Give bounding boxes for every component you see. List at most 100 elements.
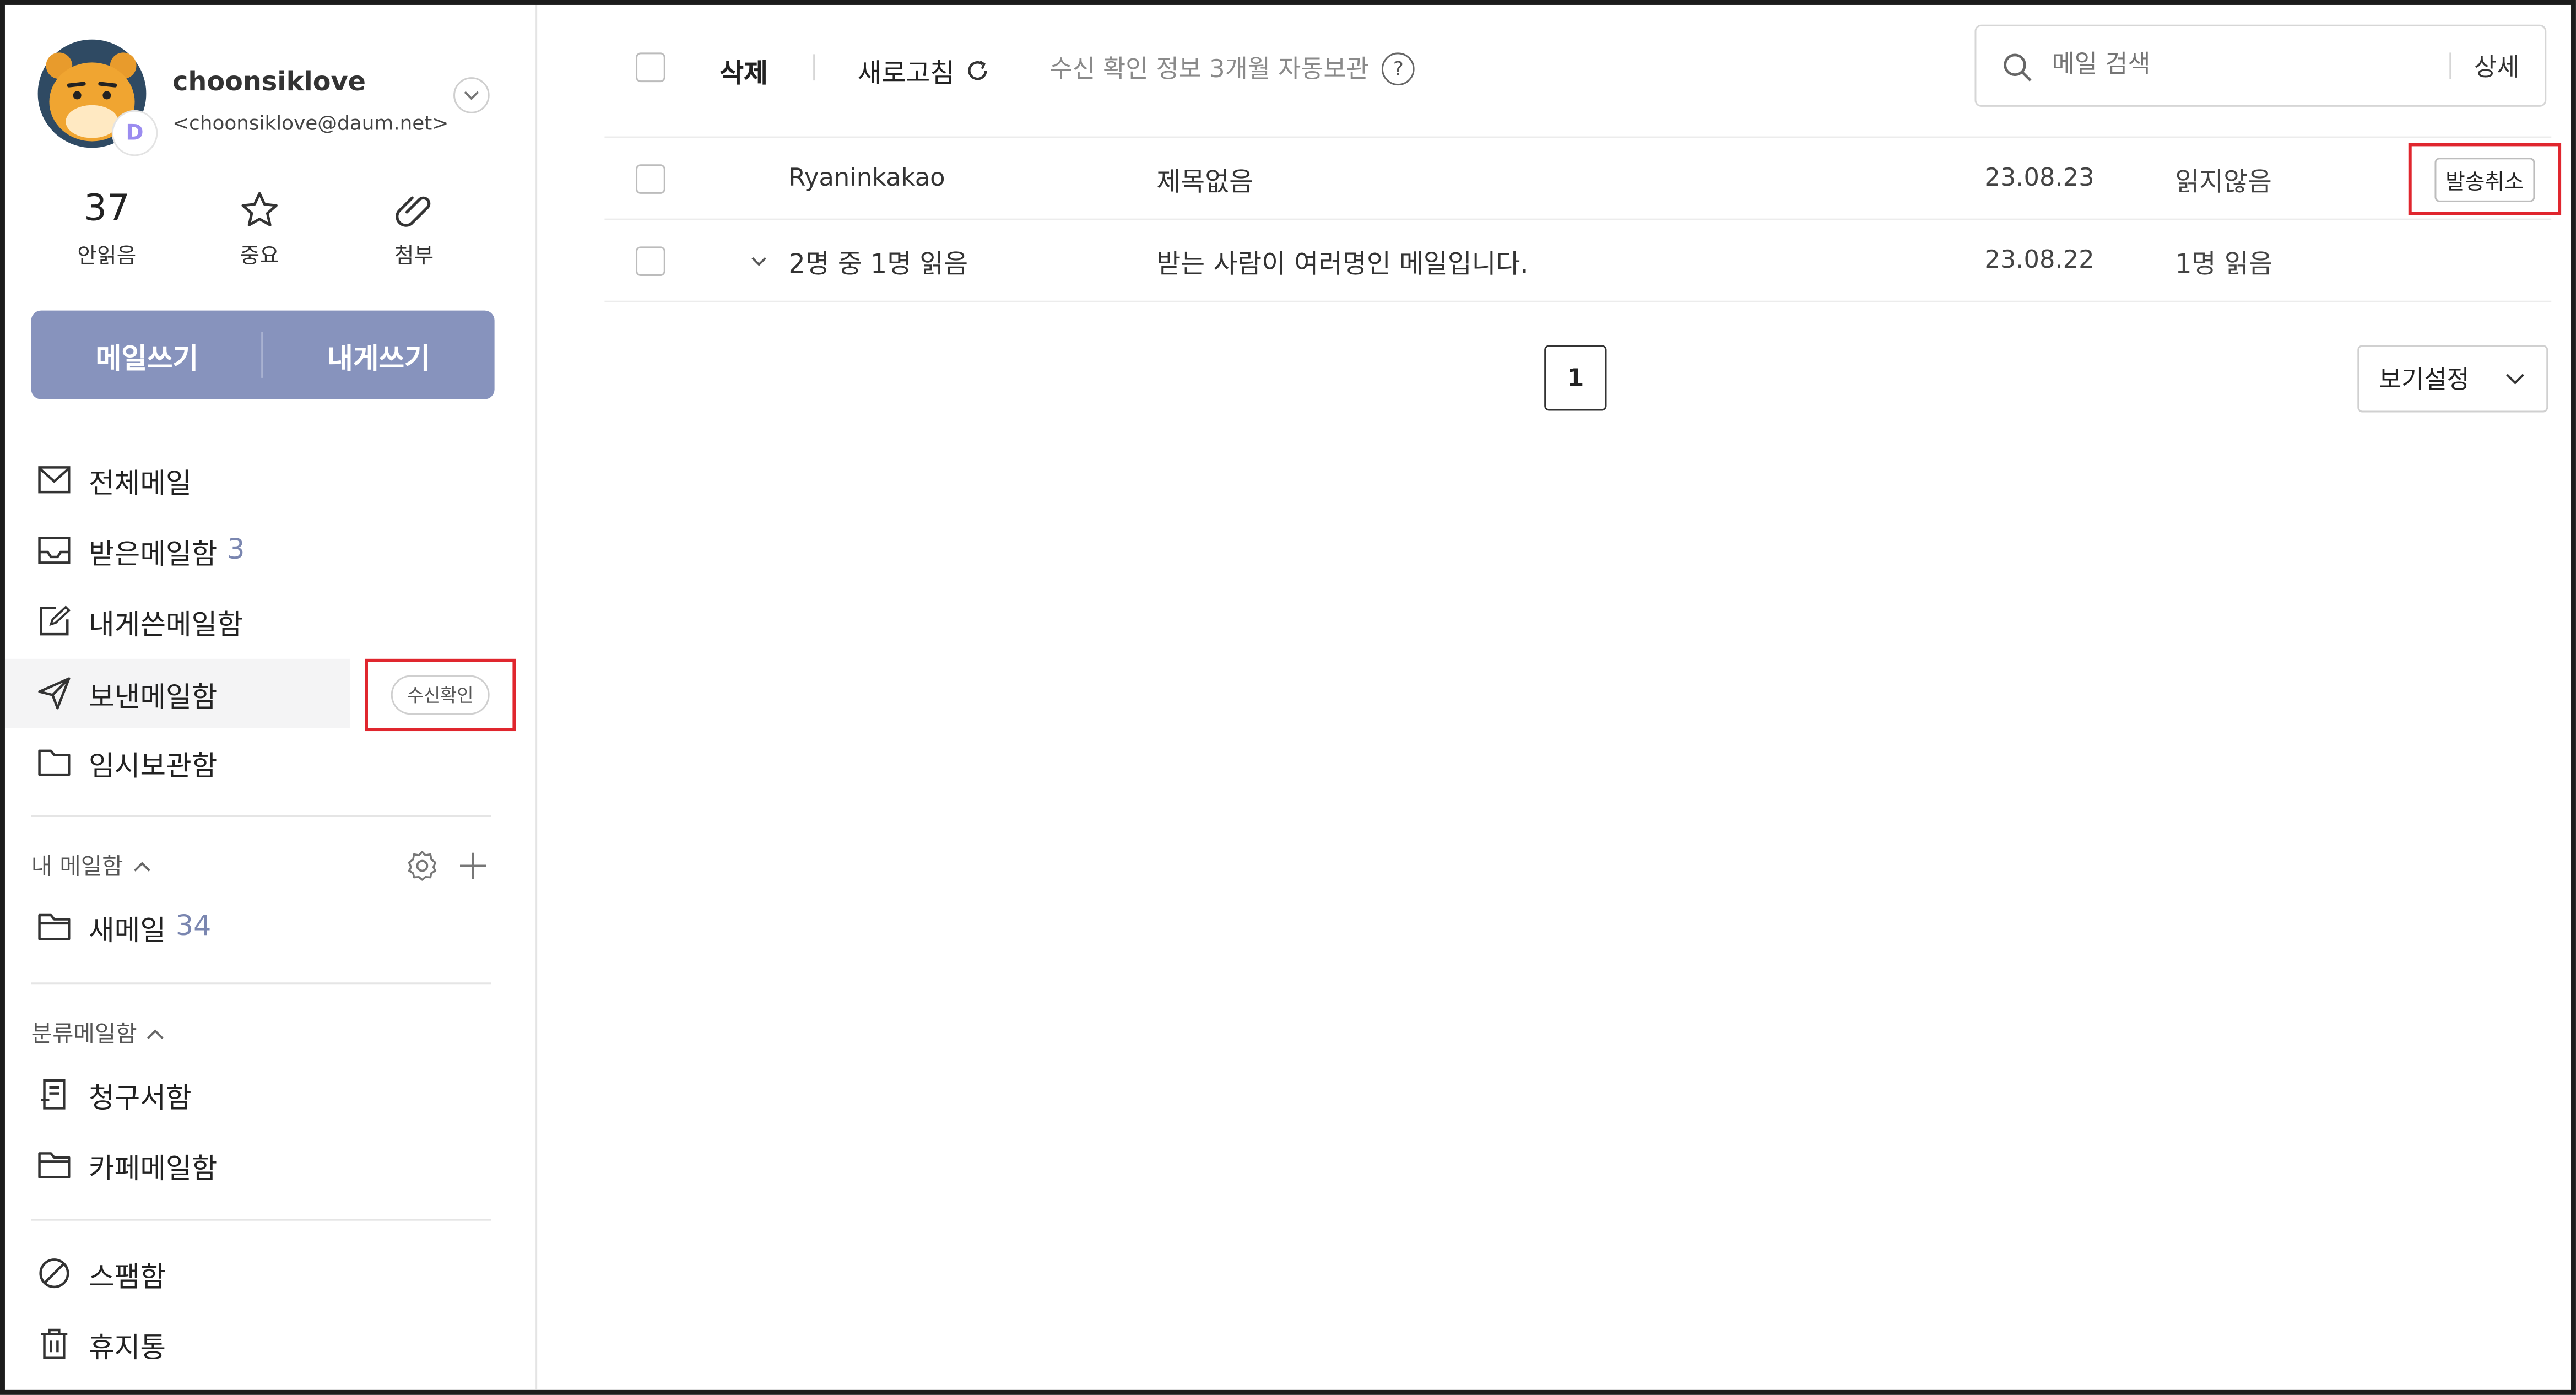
unread-label: 안읽음: [77, 245, 137, 270]
email-sender: Ryaninkakao: [788, 163, 945, 192]
nav-bills-label: 청구서함: [89, 1082, 192, 1115]
email-checkbox[interactable]: [636, 164, 665, 194]
cancel-send-button[interactable]: 발송취소: [2434, 156, 2536, 202]
bill-icon: [41, 1079, 66, 1110]
write-mail-button[interactable]: 메일쓰기: [31, 311, 263, 399]
category-mailbox-header[interactable]: 분류메일함: [31, 1017, 165, 1050]
view-settings-button[interactable]: 보기설정: [2357, 345, 2548, 413]
chevron-up-icon: [134, 861, 150, 871]
account-name: choonsiklove: [172, 66, 366, 97]
compose-bar: 메일쓰기 내게쓰기: [31, 310, 495, 399]
chevron-down-icon: [2506, 374, 2525, 385]
edit-icon: [40, 605, 71, 636]
unread-count: 37: [84, 188, 130, 230]
star-icon: [241, 192, 278, 226]
nav-spam-label: 스팸함: [89, 1261, 166, 1294]
folder-icon: [38, 913, 71, 940]
write-to-self-button[interactable]: 내게쓰기: [263, 311, 494, 399]
important-stat[interactable]: 중요: [194, 186, 326, 269]
gear-icon: [408, 851, 437, 881]
email-date: 23.08.22: [1984, 245, 2095, 275]
nav-sent-mail[interactable]: 보낸메일함: [4, 658, 350, 728]
inbox-unread-count: 3: [227, 534, 245, 567]
chevron-up-icon: [148, 1029, 164, 1039]
chevron-down-icon[interactable]: [751, 256, 767, 266]
read-receipt-highlight: 수신확인: [365, 658, 516, 732]
sidebar-divider: [31, 982, 491, 985]
send-icon: [38, 677, 71, 710]
attachment-stat[interactable]: 첨부: [348, 186, 480, 269]
nav-trash[interactable]: 휴지통: [5, 1310, 534, 1378]
email-recipients-read: 2명 중 1명 읽음: [788, 248, 968, 279]
refresh-icon: [967, 61, 987, 80]
toolbar-divider: [813, 54, 815, 81]
email-read-status: 1명 읽음: [2175, 248, 2273, 279]
unread-stat[interactable]: 37 안읽음: [41, 186, 173, 269]
nav-inbox-label: 받은메일함: [89, 538, 218, 571]
my-mailbox-header[interactable]: 내 메일함: [31, 850, 151, 883]
spam-icon: [39, 1258, 69, 1289]
trash-icon: [41, 1328, 68, 1359]
add-mailbox-button[interactable]: [457, 850, 490, 889]
nav-new-mail-label: 새메일: [89, 914, 166, 948]
refresh-label: 새로고침: [857, 57, 955, 89]
refresh-button[interactable]: 새로고침: [858, 51, 991, 90]
detail-search-button[interactable]: 상세: [2474, 49, 2519, 84]
chevron-down-icon: [464, 91, 479, 100]
select-all-checkbox[interactable]: [636, 52, 665, 83]
nav-cafe-mail[interactable]: 카페메일함: [5, 1131, 534, 1199]
nav-trash-label: 휴지통: [89, 1331, 166, 1365]
email-checkbox[interactable]: [636, 246, 665, 276]
table-row[interactable]: Ryaninkakao 제목없음 23.08.23 읽지않음: [604, 138, 2551, 218]
email-date: 23.08.23: [1984, 163, 2095, 192]
mailbox-settings-button[interactable]: [406, 850, 439, 889]
read-receipt-button[interactable]: 수신확인: [390, 675, 490, 715]
table-row[interactable]: 2명 중 1명 읽음 받는 사람이 여러명인 메일입니다. 23.08.22 1…: [604, 220, 2551, 301]
paperclip-icon: [396, 196, 431, 227]
nav-sent-mail-label: 보낸메일함: [89, 681, 218, 714]
mail-icon: [38, 466, 71, 494]
cancel-send-highlight: 발송취소: [2408, 143, 2562, 215]
important-label: 중요: [240, 245, 279, 270]
receipt-notice-text: 수신 확인 정보 3개월 자동보관: [1049, 54, 1369, 84]
nav-self-mail-label: 내게쓴메일함: [89, 608, 243, 642]
nav-spam[interactable]: 스팸함: [5, 1239, 534, 1308]
delete-button[interactable]: 삭제: [719, 51, 768, 90]
folder-icon: [38, 749, 71, 776]
sidebar: D choonsiklove <choonsiklove@daum.net> 3…: [4, 4, 538, 1390]
nav-drafts-label: 임시보관함: [89, 750, 218, 783]
category-mailbox-title: 분류메일함: [31, 1021, 137, 1048]
nav-all-mail-label: 전체메일: [89, 467, 192, 501]
view-settings-label: 보기설정: [2379, 365, 2470, 394]
email-subject[interactable]: 제목없음: [1156, 159, 1253, 199]
mail-app-window: D choonsiklove <choonsiklove@daum.net> 3…: [0, 0, 2576, 1395]
search-icon: [2004, 53, 2032, 82]
nav-drafts[interactable]: 임시보관함: [5, 728, 534, 797]
sidebar-divider: [31, 815, 491, 817]
nav-self-mail[interactable]: 내게쓴메일함: [5, 587, 534, 656]
new-mail-count: 34: [175, 910, 212, 943]
attachment-label: 첨부: [394, 245, 434, 270]
inbox-icon: [38, 537, 71, 564]
search-box: 상세: [1974, 24, 2547, 107]
help-icon[interactable]: ?: [1382, 51, 1415, 85]
page-button-current[interactable]: 1: [1544, 345, 1607, 411]
list-bottom-border: [604, 300, 2552, 302]
search-divider: [2449, 52, 2451, 79]
nav-bills[interactable]: 청구서함: [5, 1059, 534, 1128]
receipt-notice: 수신 확인 정보 3개월 자동보관 ?: [1050, 51, 1415, 85]
nav-new-mail[interactable]: 새메일 34: [5, 892, 534, 961]
daum-badge: D: [111, 110, 158, 156]
sidebar-divider: [31, 1219, 491, 1221]
email-subject[interactable]: 받는 사람이 여러명인 메일입니다.: [1156, 241, 1528, 281]
account-menu-toggle[interactable]: [453, 77, 490, 113]
email-read-status: 읽지않음: [2175, 166, 2272, 197]
plus-icon: [459, 852, 486, 879]
nav-all-mail[interactable]: 전체메일: [5, 445, 534, 514]
folder-icon: [38, 1152, 71, 1178]
account-email: <choonsiklove@daum.net>: [172, 111, 449, 135]
nav-inbox[interactable]: 받은메일함 3: [5, 516, 534, 585]
search-input[interactable]: [2052, 49, 2413, 79]
my-mailbox-title: 내 메일함: [31, 854, 123, 881]
nav-cafe-mail-label: 카페메일함: [89, 1152, 218, 1186]
